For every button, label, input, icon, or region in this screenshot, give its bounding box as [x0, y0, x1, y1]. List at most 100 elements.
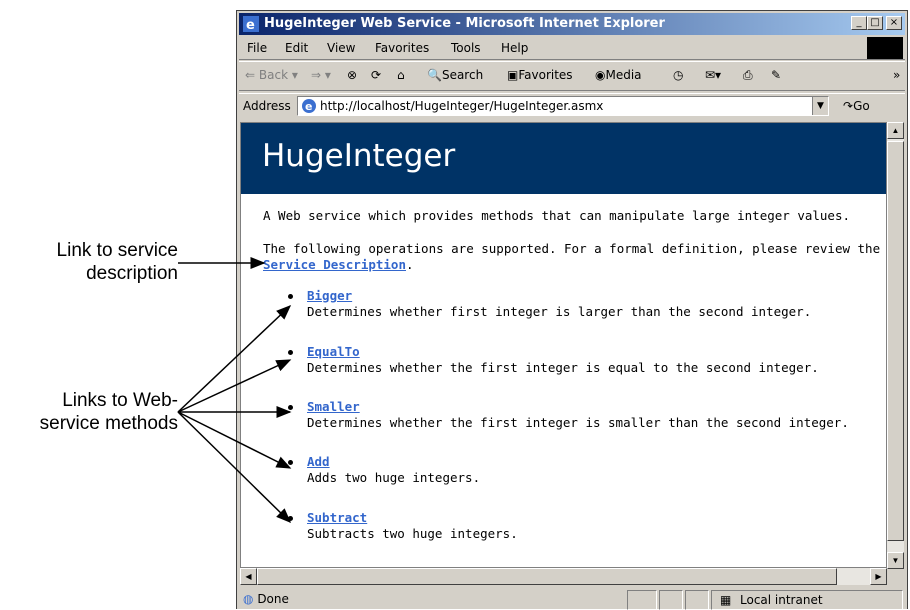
scroll-up-icon[interactable]: ▲ — [887, 122, 904, 139]
zone-label: Local intranet — [740, 593, 823, 607]
page-heading-banner: HugeInteger — [241, 123, 886, 194]
address-bar: Address e http://localhost/HugeInteger/H… — [239, 93, 905, 120]
address-url: http://localhost/HugeInteger/HugeInteger… — [320, 99, 604, 113]
toolbar: ⇐ Back ▾ ⇒ ▾ ⊗ ⟳ ⌂ 🔍Search ▣Favorites ◉M… — [239, 61, 905, 91]
page-title: HugeInteger — [262, 138, 456, 174]
service-description-line: Service Description. — [263, 257, 414, 272]
method-name[interactable]: Smaller — [307, 399, 360, 414]
hscroll-thumb[interactable] — [257, 568, 837, 585]
method-name[interactable]: EqualTo — [307, 344, 360, 359]
print-icon[interactable]: ⎙ — [743, 68, 753, 83]
method-subtract-link[interactable]: Subtract — [307, 510, 367, 525]
method-add-link[interactable]: Add — [307, 454, 330, 469]
method-name[interactable]: Add — [307, 454, 330, 469]
menu-help[interactable]: Help — [501, 41, 528, 55]
close-button[interactable]: × — [886, 16, 902, 30]
menu-view[interactable]: View — [327, 41, 355, 55]
media-icon: ◉ — [595, 68, 606, 82]
edit-icon[interactable]: ✎ — [771, 68, 781, 82]
media-button[interactable]: ◉Media — [595, 68, 642, 82]
annotation-methods: Links to Web- service methods — [0, 389, 178, 435]
go-arrow-icon: ↷ — [843, 99, 854, 113]
search-icon: 🔍 — [427, 68, 442, 82]
ie-icon: e — [243, 16, 259, 32]
toolbar-more[interactable]: » — [893, 68, 900, 82]
favorites-icon: ▣ — [507, 68, 519, 82]
horizontal-scrollbar[interactable]: ◀ ▶ — [240, 568, 887, 585]
annotation-line: Link to service — [56, 240, 178, 261]
annotation-line: service methods — [39, 413, 178, 434]
method-smaller-link[interactable]: Smaller — [307, 399, 360, 414]
vertical-scrollbar[interactable]: ▲ ▼ — [887, 122, 904, 586]
intro-text: A Web service which provides methods tha… — [263, 208, 850, 223]
history-icon[interactable]: ◷ — [673, 68, 683, 82]
scroll-corner — [887, 569, 904, 586]
menu-favorites[interactable]: Favorites — [375, 41, 429, 55]
browser-window: e HugeInteger Web Service - Microsoft In… — [236, 10, 908, 610]
bullet — [288, 405, 293, 410]
status-zone: ▦ Local intranet — [711, 590, 903, 610]
stop-icon[interactable]: ⊗ — [347, 68, 357, 82]
bullet — [288, 294, 293, 299]
method-name[interactable]: Bigger — [307, 288, 352, 303]
menu-file[interactable]: File — [247, 41, 267, 55]
menu-edit[interactable]: Edit — [285, 41, 308, 55]
go-label: Go — [853, 99, 870, 113]
status-pane — [627, 590, 657, 610]
method-description: Determines whether first integer is larg… — [307, 304, 812, 319]
menu-tools[interactable]: Tools — [451, 41, 481, 55]
method-name[interactable]: Subtract — [307, 510, 367, 525]
status-bar: ◍ Done ▦ Local intranet — [239, 588, 905, 610]
annotation-line: description — [86, 263, 178, 284]
favorites-button[interactable]: ▣Favorites — [507, 68, 573, 82]
page-content: HugeInteger A Web service which provides… — [240, 122, 887, 568]
home-icon[interactable]: ⌂ — [397, 68, 405, 82]
method-description: Subtracts two huge integers. — [307, 526, 518, 541]
scroll-left-icon[interactable]: ◀ — [240, 568, 257, 585]
scroll-thumb[interactable] — [887, 141, 904, 541]
back-button[interactable]: ⇐ Back ▾ — [245, 68, 298, 82]
favorites-label: Favorites — [518, 68, 573, 82]
scroll-right-icon[interactable]: ▶ — [870, 568, 887, 585]
annotation-line: Links to Web- — [62, 390, 178, 411]
address-input[interactable]: e http://localhost/HugeInteger/HugeInteg… — [297, 96, 829, 116]
windows-logo-icon — [867, 37, 903, 59]
back-label: Back — [258, 68, 289, 82]
intranet-icon: ▦ — [720, 593, 732, 607]
method-bigger-link[interactable]: Bigger — [307, 288, 352, 303]
method-description: Determines whether the first integer is … — [307, 415, 849, 430]
search-button[interactable]: 🔍Search — [427, 68, 483, 82]
svg-text:e: e — [246, 18, 255, 32]
ie-page-icon: ◍ — [243, 592, 254, 606]
mail-icon[interactable]: ✉▾ — [705, 68, 721, 82]
status-pane — [659, 590, 683, 610]
refresh-icon[interactable]: ⟳ — [371, 68, 381, 82]
maximize-button[interactable]: □ — [867, 16, 883, 30]
menu-bar: File Edit View Favorites Tools Help — [239, 37, 905, 60]
operations-text: The following operations are supported. … — [263, 241, 881, 256]
bullet — [288, 460, 293, 465]
address-label: Address — [243, 99, 291, 113]
method-equalto-link[interactable]: EqualTo — [307, 344, 360, 359]
period: . — [406, 257, 414, 272]
status-text: Done — [257, 592, 289, 606]
address-dropdown-icon[interactable]: ▼ — [812, 97, 828, 115]
status-left: ◍ Done — [243, 592, 289, 606]
back-arrow-icon: ⇐ — [245, 68, 256, 82]
go-button[interactable]: ↷Go — [843, 99, 870, 113]
method-description: Adds two huge integers. — [307, 470, 481, 485]
minimize-button[interactable]: _ — [851, 16, 867, 30]
status-pane — [685, 590, 709, 610]
window-title: HugeInteger Web Service - Microsoft Inte… — [264, 16, 665, 31]
annotation-service-description: Link to service description — [20, 239, 178, 285]
title-bar[interactable]: e HugeInteger Web Service - Microsoft In… — [239, 13, 905, 35]
forward-button[interactable]: ⇒ ▾ — [311, 68, 331, 82]
bullet — [288, 516, 293, 521]
media-label: Media — [605, 68, 642, 82]
page-icon: e — [302, 99, 316, 113]
svg-text:e: e — [305, 100, 312, 113]
scroll-down-icon[interactable]: ▼ — [887, 552, 904, 569]
search-label: Search — [441, 68, 484, 82]
service-description-link[interactable]: Service Description — [263, 257, 406, 272]
method-description: Determines whether the first integer is … — [307, 360, 819, 375]
